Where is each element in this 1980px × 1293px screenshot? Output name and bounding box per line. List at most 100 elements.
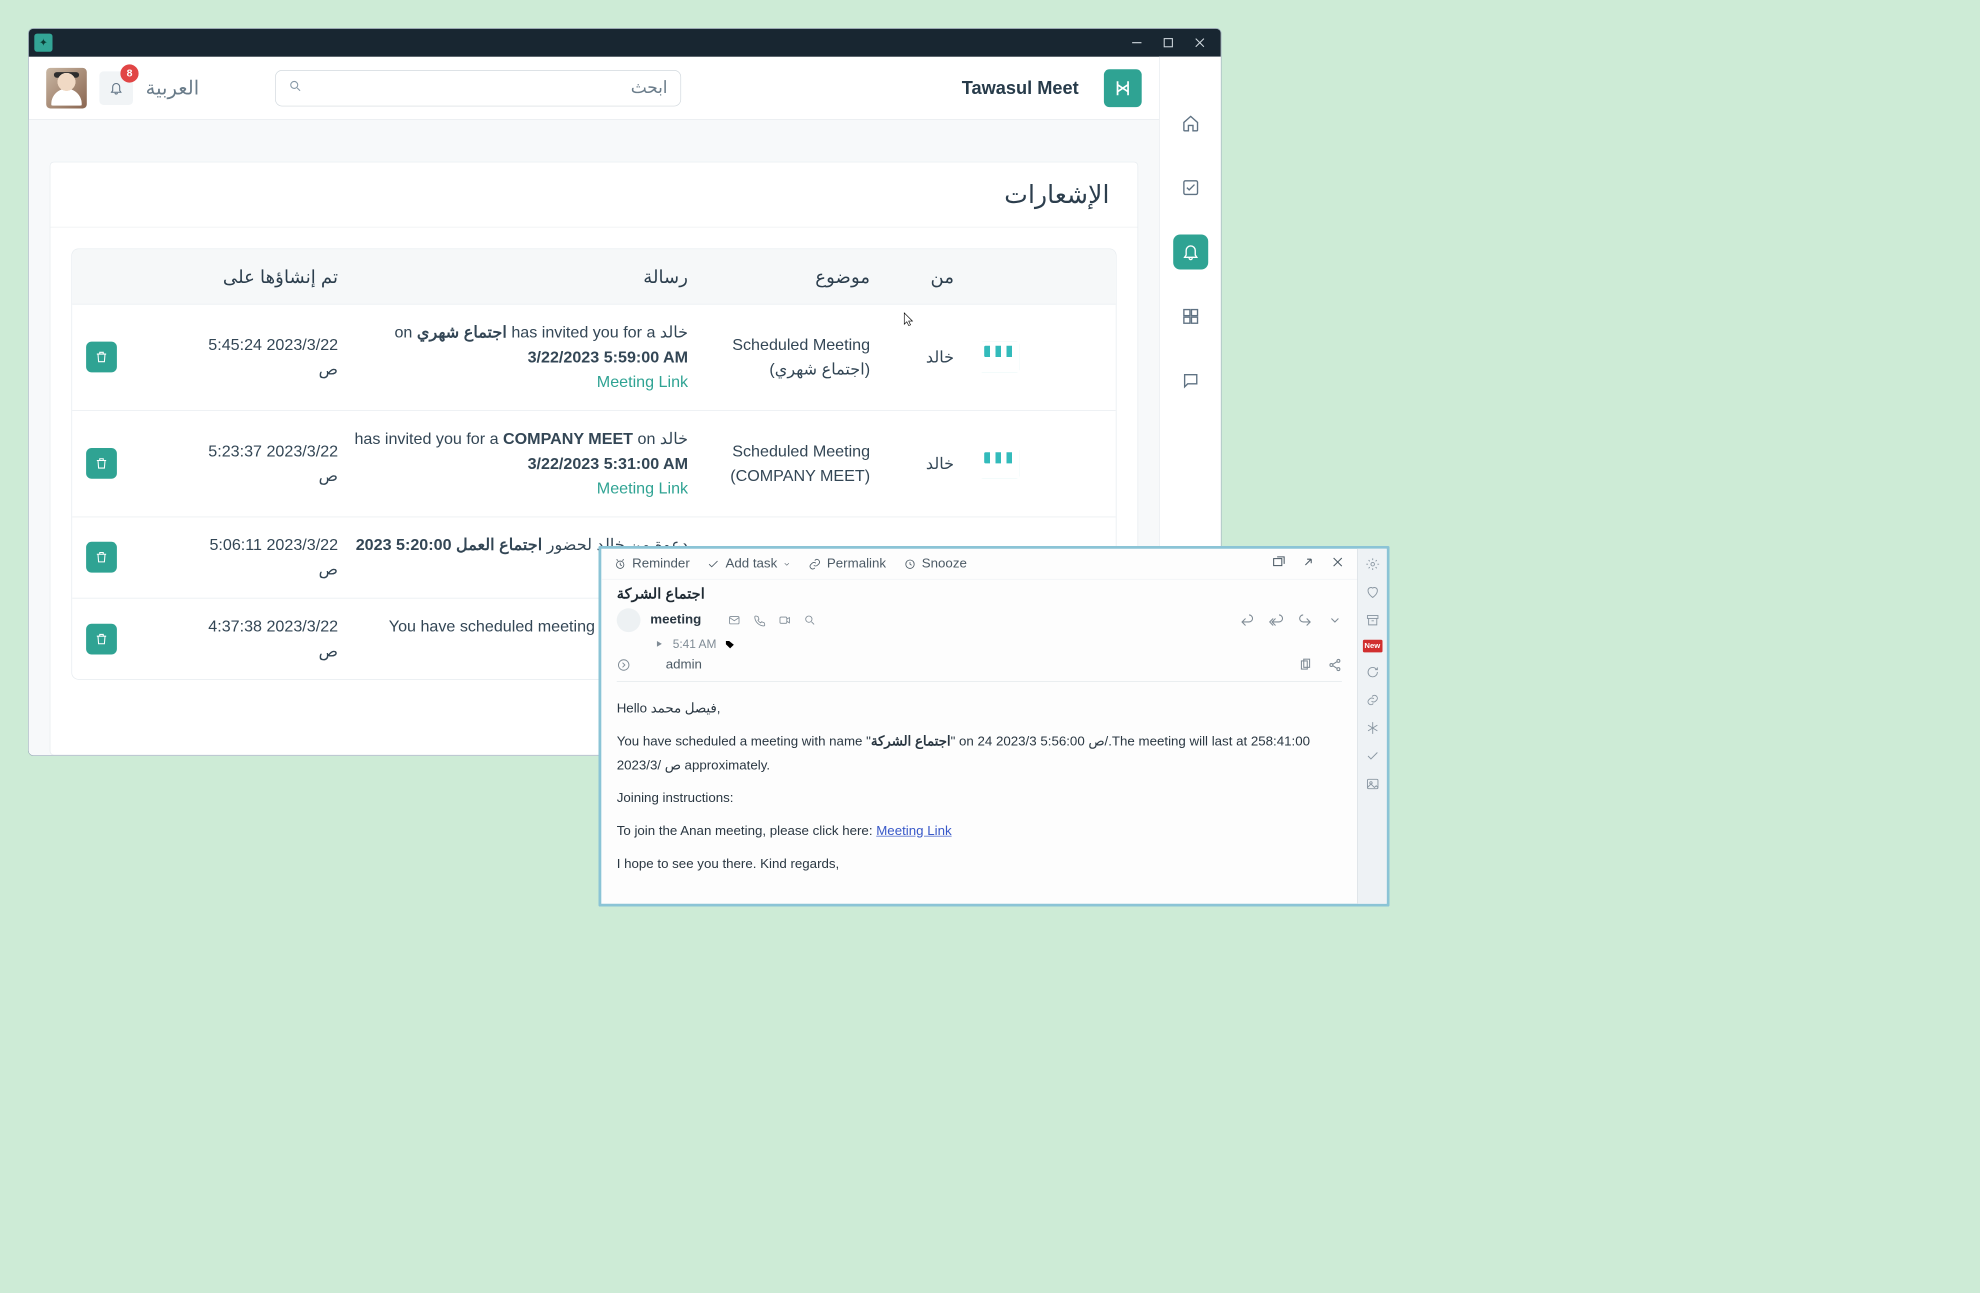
app-header: 8 العربية ابحث Tawasul Meet	[29, 57, 1160, 120]
meeting-link[interactable]: Meeting Link	[597, 479, 688, 497]
link-icon	[1365, 693, 1379, 707]
chevron-right-circle-icon[interactable]	[617, 658, 631, 672]
gear-icon	[1365, 557, 1379, 571]
email-to-row: admin	[601, 655, 1357, 676]
popup-side-rail: New	[1357, 549, 1386, 904]
meeting-thumbnail	[980, 342, 1019, 373]
language-selector[interactable]: العربية	[146, 76, 200, 99]
cell-from: خالد	[877, 345, 961, 370]
expand-button[interactable]	[1301, 555, 1315, 573]
search-sender-icon[interactable]	[804, 614, 817, 627]
email-from: meeting	[650, 613, 701, 628]
app-titlebar-icon: ✦	[34, 34, 52, 52]
search-icon	[288, 79, 302, 97]
archive-icon	[1365, 613, 1379, 627]
image-icon	[1365, 777, 1379, 791]
permalink-button[interactable]: Permalink	[809, 556, 886, 571]
window-maximize-button[interactable]	[1152, 29, 1184, 57]
popup-close-button[interactable]	[1331, 555, 1345, 573]
cell-from: خالد	[877, 451, 961, 476]
window-titlebar: ✦	[29, 29, 1221, 57]
app-title: Tawasul Meet	[962, 77, 1079, 99]
reply-icon[interactable]	[1240, 613, 1254, 627]
meeting-link[interactable]: Meeting Link	[597, 373, 688, 391]
new-window-icon	[1272, 555, 1286, 569]
reminder-button[interactable]: Reminder	[614, 556, 690, 571]
bell-icon	[1181, 243, 1199, 261]
home-icon	[1181, 114, 1199, 132]
trash-icon	[95, 551, 109, 565]
nav-apps[interactable]	[1173, 299, 1208, 334]
delete-button[interactable]	[86, 342, 117, 373]
col-subject: موضوع	[695, 266, 877, 288]
add-task-button[interactable]: Add task	[707, 556, 791, 571]
video-icon[interactable]	[778, 614, 791, 627]
check-square-icon	[1181, 179, 1199, 197]
cell-message: خالد has invited you for a اجتماع شهري o…	[345, 320, 695, 395]
rail-heart[interactable]	[1364, 584, 1381, 601]
trash-icon	[95, 457, 109, 471]
window-close-button[interactable]	[1184, 29, 1216, 57]
meeting-thumbnail	[980, 448, 1019, 479]
email-meeting-link[interactable]: Meeting Link	[876, 824, 951, 839]
search-box[interactable]: ابحث	[275, 70, 681, 106]
share-icon[interactable]	[1328, 658, 1342, 672]
cell-message: خالد has invited you for a COMPANY MEET …	[345, 426, 695, 501]
nav-chat[interactable]	[1173, 363, 1208, 398]
reply-all-icon[interactable]	[1269, 613, 1283, 627]
copy-recipients-icon[interactable]	[1299, 658, 1313, 672]
rail-link[interactable]	[1364, 692, 1381, 709]
delete-button[interactable]	[86, 624, 117, 655]
rail-new-badge: New	[1363, 640, 1383, 653]
forward-icon[interactable]	[1299, 613, 1313, 627]
chevron-down-icon	[783, 560, 791, 568]
flag-icon[interactable]	[655, 640, 665, 650]
nav-notifications[interactable]	[1173, 235, 1208, 270]
window-minimize-button[interactable]	[1121, 29, 1153, 57]
col-created: تم إنشاؤها على	[135, 266, 345, 288]
rail-snow[interactable]	[1364, 720, 1381, 737]
phone-icon[interactable]	[753, 614, 766, 627]
rail-refresh[interactable]	[1364, 664, 1381, 681]
cell-created: 4:37:38 2023/3/22 ص	[135, 614, 345, 664]
table-row[interactable]: 5:45:24 2023/3/22 ص خالد has invited you…	[72, 304, 1116, 410]
cell-subject: Scheduled Meeting (اجتماع شهري)	[695, 332, 877, 382]
more-menu-icon[interactable]	[1328, 613, 1342, 627]
clock-icon	[904, 558, 917, 571]
email-subject: اجتماع الشركة	[601, 580, 1357, 606]
delete-button[interactable]	[86, 542, 117, 573]
popup-toolbar: Reminder Add task Permalink Snooze	[601, 549, 1357, 580]
trash-icon	[95, 632, 109, 646]
message-icon[interactable]	[728, 614, 741, 627]
notifications-button[interactable]: 8	[99, 71, 133, 105]
nav-home[interactable]	[1173, 106, 1208, 141]
heart-icon	[1365, 585, 1379, 599]
search-placeholder: ابحث	[309, 78, 667, 98]
col-from: من	[877, 266, 961, 288]
rail-settings[interactable]	[1364, 556, 1381, 573]
trash-icon	[95, 350, 109, 364]
refresh-icon	[1365, 665, 1379, 679]
table-row[interactable]: 5:23:37 2023/3/22 ص خالد has invited you…	[72, 410, 1116, 516]
rail-image[interactable]	[1364, 776, 1381, 793]
cell-created: 5:45:24 2023/3/22 ص	[135, 332, 345, 382]
bell-icon	[109, 81, 123, 95]
pop-window-button[interactable]	[1272, 555, 1286, 573]
app-logo[interactable]	[1104, 69, 1142, 107]
user-avatar[interactable]	[46, 68, 87, 109]
cell-created: 5:06:11 2023/3/22 ص	[135, 533, 345, 583]
snowflake-icon	[1365, 721, 1379, 735]
check-icon	[1365, 749, 1379, 763]
snooze-button[interactable]: Snooze	[904, 556, 967, 571]
col-message: رسالة	[345, 266, 695, 288]
email-from-row: meeting	[601, 606, 1357, 635]
delete-button[interactable]	[86, 448, 117, 479]
rail-archive[interactable]	[1364, 612, 1381, 629]
tag-icon[interactable]	[725, 639, 736, 650]
close-icon	[1331, 555, 1345, 569]
rail-check[interactable]	[1364, 748, 1381, 765]
page-title: الإشعارات	[50, 162, 1137, 227]
link-icon	[809, 558, 822, 571]
nav-tasks[interactable]	[1173, 170, 1208, 205]
email-preview-popup: Reminder Add task Permalink Snooze	[599, 546, 1390, 907]
